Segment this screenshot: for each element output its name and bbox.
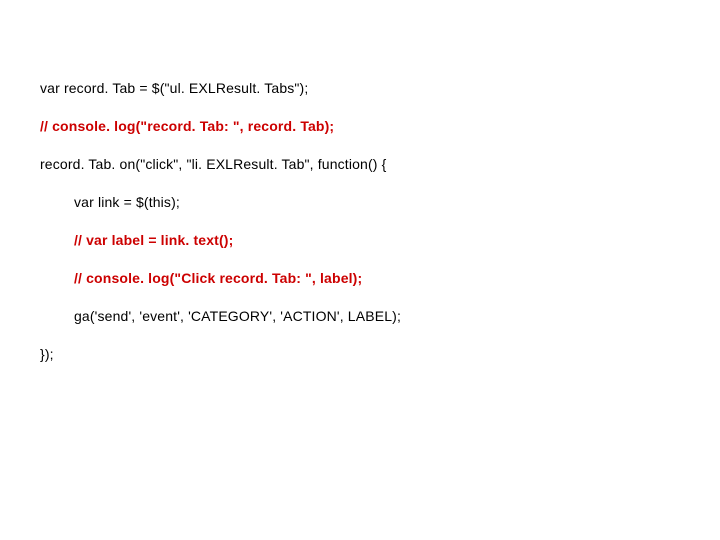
code-line-comment: // console. log("record. Tab: ", record.… (40, 118, 680, 134)
code-slide: var record. Tab = $("ul. EXLResult. Tabs… (0, 0, 720, 540)
code-line: var record. Tab = $("ul. EXLResult. Tabs… (40, 80, 680, 96)
code-line-comment: // var label = link. text(); (40, 232, 680, 248)
code-line: record. Tab. on("click", "li. EXLResult.… (40, 156, 680, 172)
code-line-comment: // console. log("Click record. Tab: ", l… (40, 270, 680, 286)
code-line: }); (40, 346, 680, 362)
code-line: var link = $(this); (40, 194, 680, 210)
code-line: ga('send', 'event', 'CATEGORY', 'ACTION'… (40, 308, 680, 324)
